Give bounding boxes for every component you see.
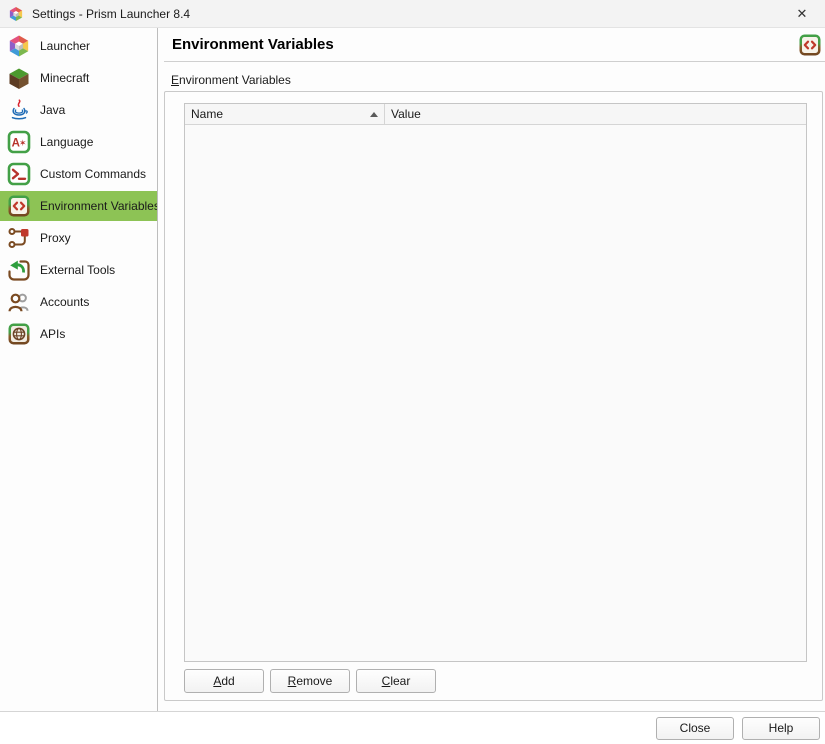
environment-variables-groupbox: Name Value Add Remove Clear [164, 91, 823, 701]
groupbox-title: Environment Variables [171, 73, 825, 87]
page-title: Environment Variables [172, 36, 334, 53]
dialog-footer: Close Help [0, 712, 825, 744]
column-header-name-label: Name [191, 107, 223, 121]
clear-button[interactable]: Clear [356, 669, 436, 693]
settings-page: Environment Variables Environment Variab… [158, 28, 825, 711]
sidebar-item-label: Minecraft [40, 71, 89, 85]
remove-button[interactable]: Remove [270, 669, 350, 693]
proxy-network-icon [7, 226, 31, 250]
close-button[interactable]: Close [656, 717, 734, 740]
accounts-icon [7, 290, 31, 314]
table-actions: Add Remove Clear [184, 669, 807, 693]
settings-window: Settings - Prism Launcher 8.4 ✕ [0, 0, 825, 744]
sidebar-item-environment-variables[interactable]: Environment Variables [0, 191, 157, 221]
sidebar-item-proxy[interactable]: Proxy [0, 223, 157, 253]
minecraft-block-icon [7, 66, 31, 90]
window-close-button[interactable]: ✕ [779, 0, 825, 27]
sidebar-item-minecraft[interactable]: Minecraft [0, 63, 157, 93]
sidebar-item-label: Language [40, 135, 93, 149]
sort-ascending-icon [370, 112, 378, 117]
window-content: Launcher Minecraft [0, 28, 825, 711]
header-separator [164, 61, 825, 62]
table-header-row: Name Value [185, 104, 806, 125]
column-header-value[interactable]: Value [385, 104, 806, 124]
sidebar-item-label: Proxy [40, 231, 71, 245]
sidebar-item-label: Accounts [40, 295, 89, 309]
sidebar-item-label: Launcher [40, 39, 90, 53]
language-icon: A ✶ [7, 130, 31, 154]
sidebar-item-language[interactable]: A ✶ Language [0, 127, 157, 157]
sidebar-item-label: Custom Commands [40, 167, 146, 181]
table-body-empty[interactable] [185, 125, 806, 661]
svg-text:✶: ✶ [19, 138, 27, 148]
code-brackets-icon [798, 33, 822, 57]
sidebar-item-label: Java [40, 103, 65, 117]
settings-sidebar: Launcher Minecraft [0, 28, 158, 711]
prism-launcher-logo-icon [8, 6, 24, 22]
apis-globe-icon [7, 322, 31, 346]
environment-variables-table: Name Value [184, 103, 807, 662]
page-header: Environment Variables [164, 28, 825, 61]
add-button[interactable]: Add [184, 669, 264, 693]
external-tools-icon [7, 258, 31, 282]
java-icon [7, 98, 31, 122]
sidebar-item-label: APIs [40, 327, 65, 341]
sidebar-item-launcher[interactable]: Launcher [0, 31, 157, 61]
sidebar-item-custom-commands[interactable]: Custom Commands [0, 159, 157, 189]
sidebar-item-label: External Tools [40, 263, 115, 277]
sidebar-item-apis[interactable]: APIs [0, 319, 157, 349]
code-brackets-icon [7, 194, 31, 218]
column-header-value-label: Value [391, 107, 421, 121]
sidebar-item-java[interactable]: Java [0, 95, 157, 125]
sidebar-item-accounts[interactable]: Accounts [0, 287, 157, 317]
terminal-icon [7, 162, 31, 186]
sidebar-item-external-tools[interactable]: External Tools [0, 255, 157, 285]
prism-logo-icon [7, 34, 31, 58]
help-button[interactable]: Help [742, 717, 820, 740]
column-header-name[interactable]: Name [185, 104, 385, 124]
titlebar: Settings - Prism Launcher 8.4 ✕ [0, 0, 825, 28]
sidebar-item-label: Environment Variables [40, 199, 158, 213]
window-title: Settings - Prism Launcher 8.4 [32, 7, 190, 21]
